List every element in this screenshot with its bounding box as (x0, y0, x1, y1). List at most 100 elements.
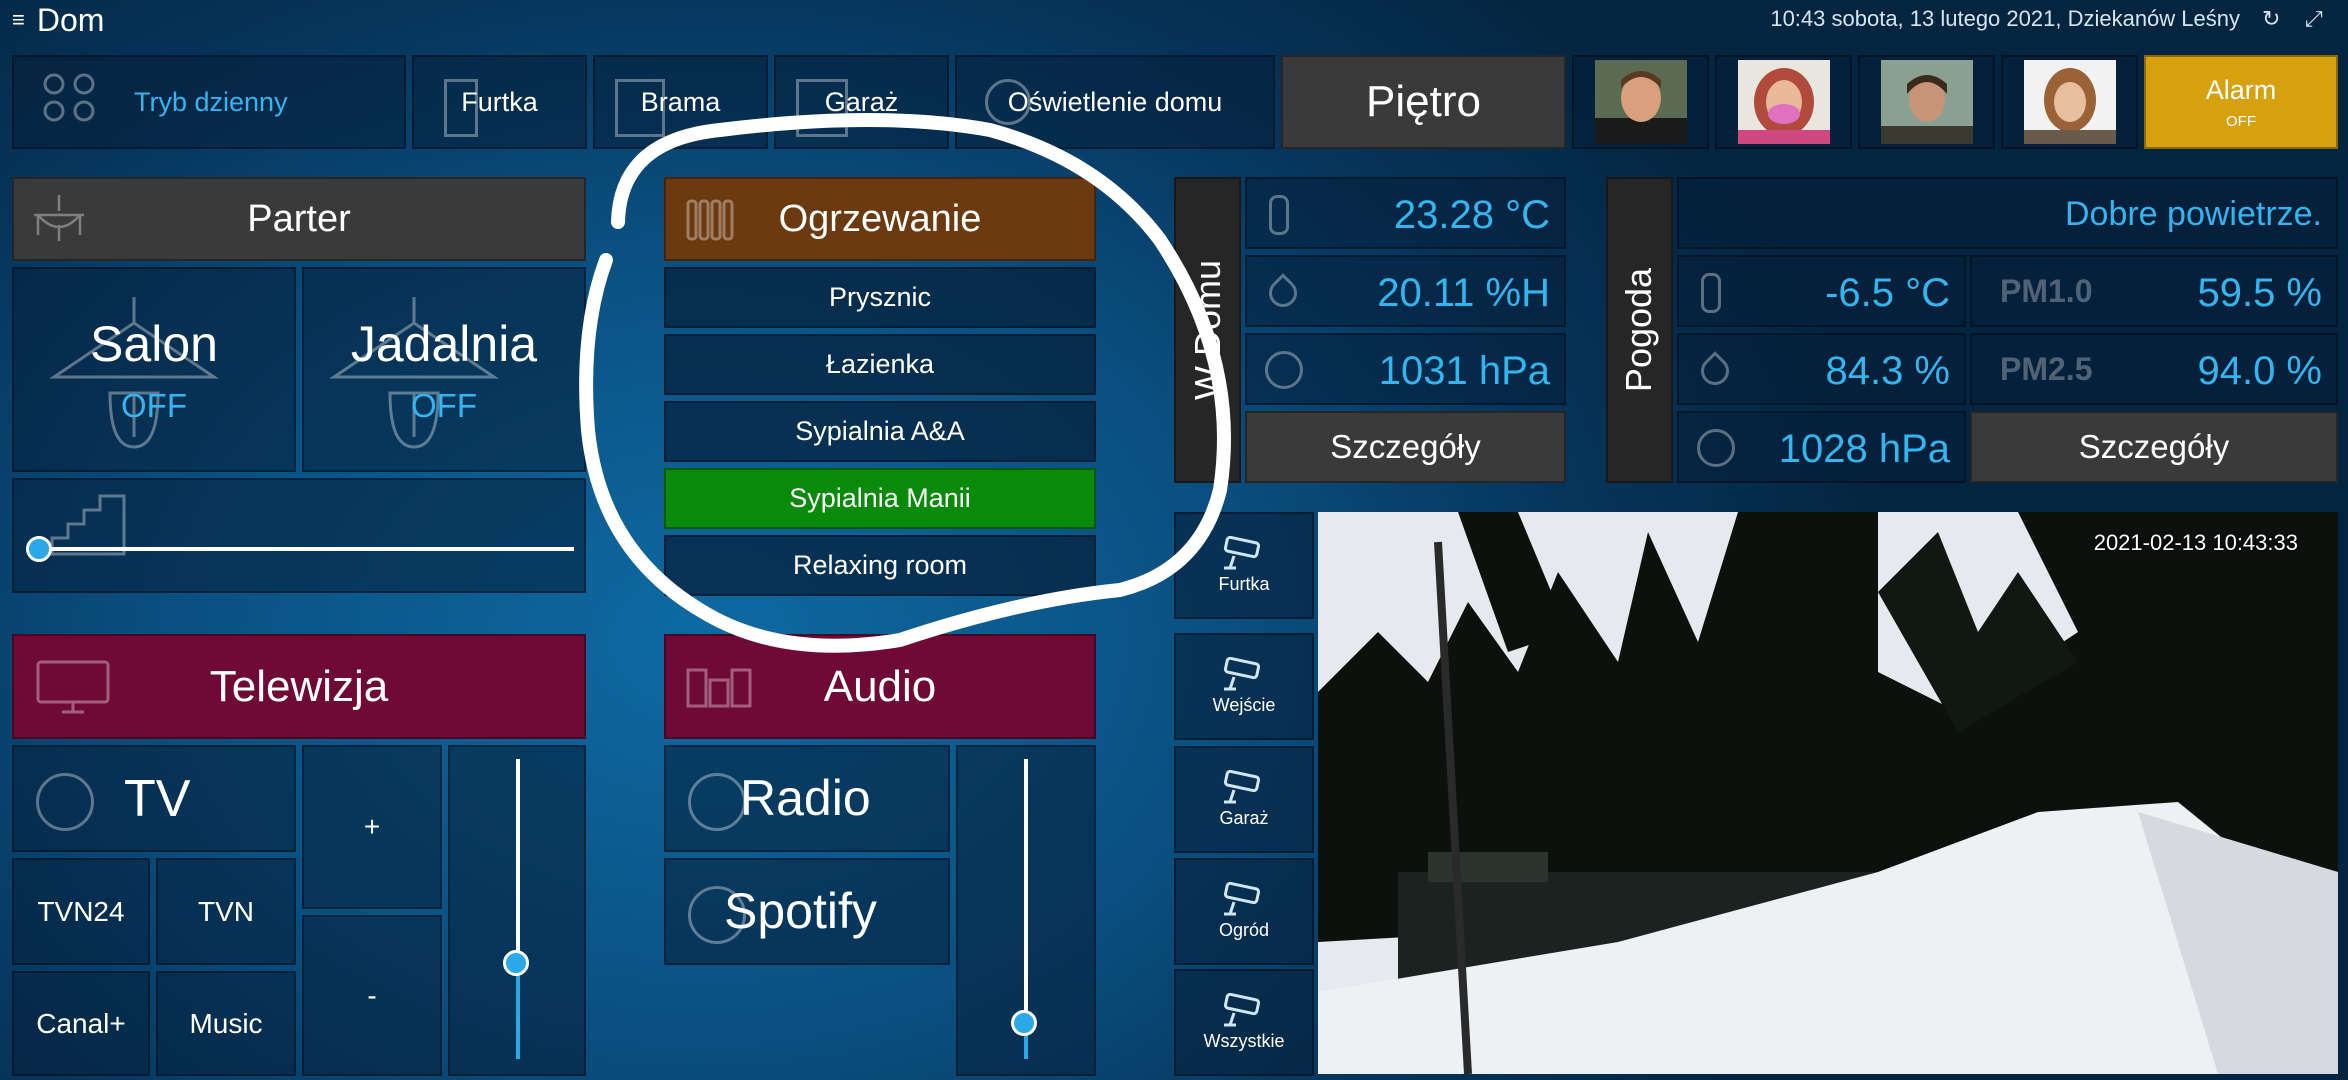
parter-title: Parter (247, 197, 351, 240)
air-quality-text: Dobre powietrze. (2064, 195, 2322, 233)
channel-label: Canal+ (36, 1007, 126, 1039)
channel-tvn[interactable]: TVN (156, 858, 296, 965)
salon-light[interactable]: Salon OFF (12, 267, 296, 472)
home-details-label: Szczegóły (1330, 428, 1481, 465)
droplet-icon (1263, 273, 1303, 313)
channel-tvn24[interactable]: TVN24 (12, 858, 150, 965)
person-tile-2[interactable] (1715, 55, 1852, 149)
home-temperature: 23.28 °C (1245, 177, 1566, 249)
alarm-button[interactable]: Alarm OFF (2144, 55, 2338, 149)
camera-label: Garaż (1219, 808, 1269, 828)
pm25-value: 94.0 % (2197, 349, 2322, 393)
droplet-icon (1695, 351, 1735, 391)
pm1-label: PM1.0 (2000, 273, 2093, 309)
datetime: 10:43 sobota, 13 lutego 2021, Dziekanów … (1770, 6, 2240, 31)
gauge-icon (1265, 351, 1303, 389)
camera-label: Ogród (1218, 920, 1270, 940)
alarm-label: Alarm (2205, 75, 2277, 105)
person-tile-1[interactable] (1572, 55, 1709, 149)
power-icon (688, 773, 746, 831)
salon-label: Salon (90, 316, 218, 372)
channel-canal-plus[interactable]: Canal+ (12, 971, 150, 1076)
grid-icon (43, 73, 95, 122)
blinds-track[interactable] (44, 547, 574, 551)
radio-label: Radio (740, 770, 871, 826)
menu-icon[interactable]: ≡ (12, 7, 25, 33)
tv-volume-thumb[interactable] (503, 950, 529, 976)
volume-up-label: + (363, 811, 381, 842)
blinds-slider-tile (12, 478, 586, 593)
person-tile-4[interactable] (2001, 55, 2138, 149)
gate-icon (444, 79, 478, 137)
volume-up-button[interactable]: + (302, 745, 442, 909)
audio-volume-slider-tile (956, 745, 1096, 1076)
day-mode-button[interactable]: Tryb dzienny (12, 55, 406, 149)
refresh-icon[interactable]: ↻ (2262, 6, 2280, 32)
weather-humidity-value: 84.3 % (1825, 349, 1950, 393)
camera-ogrod[interactable]: Ogród (1174, 858, 1314, 965)
channel-label: TVN (198, 895, 254, 927)
camera-image (1318, 512, 2338, 1074)
home-details-button[interactable]: Szczegóły (1245, 411, 1566, 483)
weather-details-button[interactable]: Szczegóły (1970, 411, 2338, 483)
channel-music[interactable]: Music (156, 971, 296, 1076)
gauge-icon (1697, 429, 1735, 467)
camera-icon (1223, 993, 1261, 1027)
avatar (1737, 60, 1830, 144)
floor-label: Piętro (1366, 77, 1481, 126)
radio-button[interactable]: Radio (664, 745, 950, 852)
weather-label-tile: Pogoda (1606, 177, 1673, 483)
avatar (1594, 60, 1687, 144)
home-humidity: 20.11 %H (1245, 255, 1566, 327)
tv-title: Telewizja (209, 661, 389, 711)
tv-label: TV (124, 770, 191, 828)
floor-button[interactable]: Piętro (1281, 55, 1566, 149)
weather-details-label: Szczegóły (2078, 428, 2230, 465)
channel-label: Music (189, 1007, 263, 1039)
home-pressure-value: 1031 hPa (1378, 349, 1550, 393)
parter-header: Parter (12, 177, 586, 261)
pm25-label: PM2.5 (2000, 351, 2093, 387)
channel-label: TVN24 (37, 895, 125, 927)
spotify-label: Spotify (724, 883, 877, 939)
person-tile-3[interactable] (1858, 55, 1995, 149)
volume-down-button[interactable]: - (302, 915, 442, 1076)
tv-header: Telewizja (12, 634, 586, 739)
annotation-circle (579, 113, 1231, 653)
blinds-slider-thumb[interactable] (26, 536, 52, 562)
weather-humidity: 84.3 % (1677, 333, 1966, 405)
avatar (1880, 60, 1973, 144)
air-quality: Dobre powietrze. (1677, 177, 2338, 249)
camera-icon (1223, 770, 1261, 804)
volume-down-label: - (367, 979, 377, 1011)
salon-state: OFF (121, 387, 187, 424)
thermometer-icon (1269, 195, 1289, 235)
tv-volume-fill (516, 963, 520, 1059)
weather-temp-value: -6.5 °C (1825, 271, 1950, 315)
pm1-value: 59.5 % (2197, 271, 2322, 315)
chandelier-icon (34, 195, 84, 241)
alarm-state: OFF (2226, 113, 2256, 130)
avatar (2023, 60, 2116, 144)
home-pressure: 1031 hPa (1245, 333, 1566, 405)
pm1-tile: PM1.0 59.5 % (1970, 255, 2338, 327)
thermometer-icon (1701, 273, 1721, 313)
weather-pressure: 1028 hPa (1677, 411, 1966, 483)
app-title: Dom (36, 1, 105, 38)
jadalnia-light[interactable]: Jadalnia OFF (302, 267, 586, 472)
fullscreen-icon[interactable]: ⤢ (2305, 6, 2323, 32)
camera-icon (1223, 882, 1261, 916)
header: ≡ Dom (12, 2, 104, 38)
camera-label: Wejście (1212, 695, 1276, 715)
camera-wszystkie[interactable]: Wszystkie (1174, 969, 1314, 1076)
tv-power-button[interactable]: TV (12, 745, 296, 852)
day-mode-label: Tryb dzienny (134, 86, 288, 117)
camera-garaz[interactable]: Garaż (1174, 746, 1314, 853)
spotify-button[interactable]: Spotify (664, 858, 950, 965)
weather-pressure-value: 1028 hPa (1778, 427, 1950, 471)
camera-feed[interactable]: 2021-02-13 10:43:33 (1318, 512, 2338, 1074)
power-icon (36, 773, 94, 831)
audio-volume-thumb[interactable] (1011, 1010, 1037, 1036)
camera-timestamp: 2021-02-13 10:43:33 (2093, 530, 2298, 555)
tv-icon (36, 660, 110, 714)
